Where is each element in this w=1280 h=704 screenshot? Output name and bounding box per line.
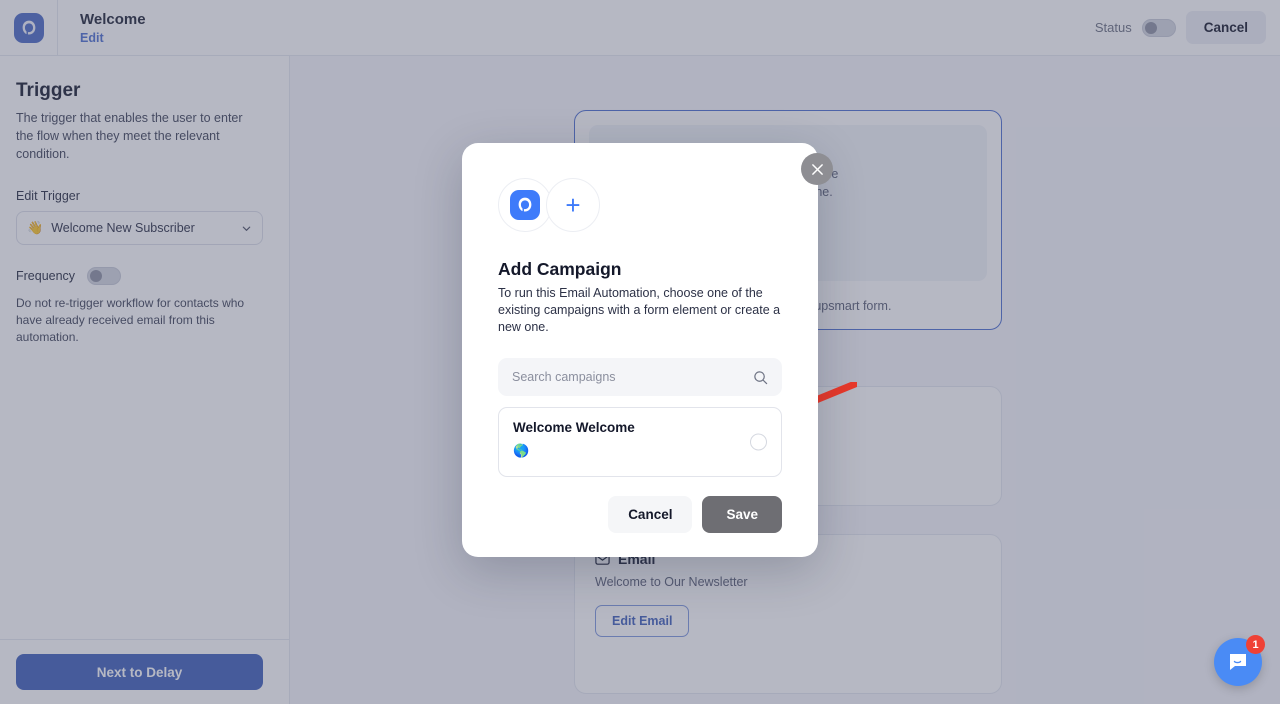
chat-bubble-icon [1230,654,1246,670]
campaign-radio[interactable] [750,433,767,451]
campaign-list-item[interactable]: Welcome Welcome 🌎 [498,407,782,477]
modal-save-button[interactable]: Save [702,496,782,533]
add-avatar[interactable]: + [546,178,600,232]
modal-title: Add Campaign [498,259,622,279]
app-root: Welcome Edit Status Cancel Trigger The t… [0,0,1280,704]
popupsmart-logo-icon [510,190,540,220]
add-campaign-modal: + Add Campaign To run this Email Automat… [462,143,833,557]
close-icon[interactable] [801,153,833,185]
modal-description: To run this Email Automation, choose one… [498,286,781,334]
plus-icon: + [565,190,581,220]
modal-avatars: + [498,178,782,232]
globe-icon: 🌎 [513,443,530,458]
modal-footer: Cancel Save [608,496,782,533]
search-campaigns-field[interactable] [498,358,782,396]
campaign-name: Welcome Welcome [513,420,635,435]
modal-body: + Add Campaign To run this Email Automat… [462,143,818,477]
logo-avatar [498,178,552,232]
intercom-unread-badge: 1 [1246,635,1265,654]
modal-cancel-button[interactable]: Cancel [608,496,693,533]
search-icon [754,370,768,384]
search-input[interactable] [512,370,753,384]
intercom-launcher[interactable]: 1 [1214,635,1265,686]
